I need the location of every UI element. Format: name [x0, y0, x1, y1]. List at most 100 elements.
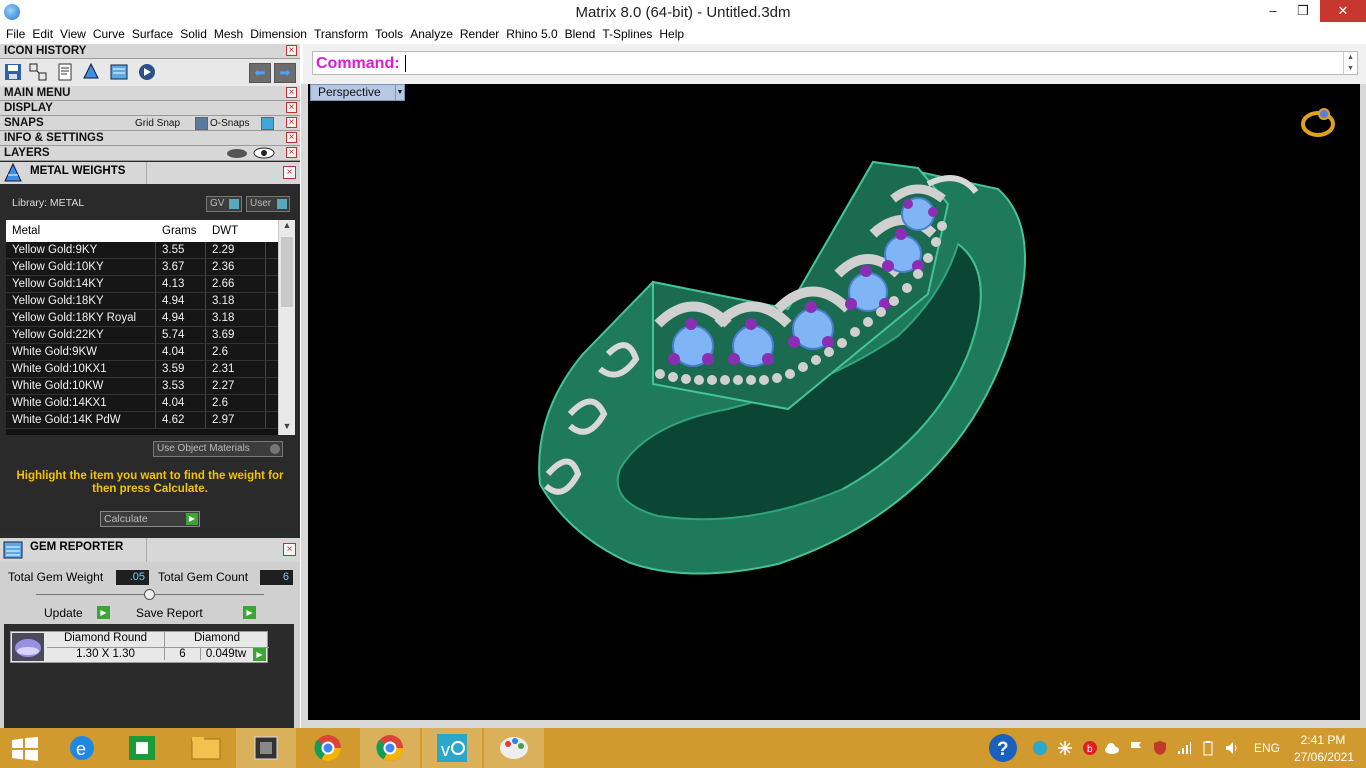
menu-view[interactable]: View [58, 24, 91, 44]
clock-time[interactable]: 2:41 PM [1298, 733, 1348, 747]
restore-button[interactable]: ❒ [1288, 0, 1318, 22]
menu-mesh[interactable]: Mesh [212, 24, 248, 44]
gem-report-icon[interactable] [109, 62, 129, 82]
update-button[interactable]: Update ▶ [44, 605, 110, 621]
use-object-materials-toggle[interactable]: Use Object Materials [153, 441, 283, 457]
menu-curve[interactable]: Curve [91, 24, 130, 44]
perspective-viewport[interactable]: Perspective ▼ [308, 84, 1360, 720]
cloud-icon[interactable] [1104, 740, 1120, 756]
close-icon[interactable]: × [286, 147, 297, 158]
volume-icon[interactable] [1224, 740, 1240, 756]
help-icon[interactable]: ? [988, 733, 1018, 763]
scroll-up-icon[interactable]: ▲ [279, 220, 295, 234]
table-row[interactable]: Yellow Gold:14KY 4.13 2.66 [6, 276, 278, 293]
play-icon[interactable]: ▶ [253, 648, 266, 661]
table-row[interactable]: White Gold:9KW 4.04 2.6 [6, 344, 278, 361]
table-row[interactable]: Yellow Gold:10KY 3.67 2.36 [6, 259, 278, 276]
dwt-value: 2.6 [206, 344, 266, 360]
beats-icon[interactable]: b [1082, 740, 1098, 756]
display-header[interactable]: DISPLAY × [0, 101, 300, 116]
menu-dimension[interactable]: Dimension [248, 24, 312, 44]
column-header-dwt[interactable]: DWT [206, 220, 266, 242]
close-icon[interactable]: × [283, 166, 296, 179]
store-icon[interactable] [112, 728, 172, 768]
table-row[interactable]: Yellow Gold:22KY 5.74 3.69 [6, 327, 278, 344]
menu-analyze[interactable]: Analyze [408, 24, 458, 44]
gem-row[interactable]: Diamond Round Diamond 1.30 X 1.30 6 0.04… [10, 631, 269, 663]
table-row[interactable]: Yellow Gold:18KY Royal 4.94 3.18 [6, 310, 278, 327]
table-row[interactable]: White Gold:14KX1 4.04 2.6 [6, 395, 278, 412]
vectorworks-tray-icon[interactable] [1032, 740, 1048, 756]
menu-edit[interactable]: Edit [30, 24, 58, 44]
metal-weights-icon[interactable] [81, 62, 101, 82]
start-icon[interactable] [12, 737, 38, 761]
chrome-profile-icon[interactable] [360, 728, 420, 768]
close-icon[interactable]: × [286, 117, 297, 128]
icon-history-header[interactable]: ICON HISTORY × [0, 44, 300, 59]
menu-solid[interactable]: Solid [178, 24, 212, 44]
signal-icon[interactable] [1176, 740, 1192, 756]
column-header-grams[interactable]: Grams [156, 220, 206, 242]
grams-value: 3.55 [156, 242, 206, 258]
flag-icon[interactable] [1128, 740, 1144, 756]
menu-help[interactable]: Help [657, 24, 689, 44]
close-icon[interactable]: × [286, 102, 297, 113]
chrome-icon[interactable] [298, 728, 358, 768]
shield-icon[interactable] [1152, 740, 1168, 756]
close-button[interactable]: ✕ [1320, 0, 1366, 22]
table-row[interactable]: Yellow Gold:18KY 4.94 3.18 [6, 293, 278, 310]
paint-icon[interactable] [484, 728, 544, 768]
matrix-taskbar-icon[interactable] [236, 728, 296, 768]
info-settings-header[interactable]: INFO & SETTINGS × [0, 131, 300, 146]
slider-handle[interactable] [144, 589, 155, 600]
document-icon[interactable] [55, 62, 75, 82]
menu-surface[interactable]: Surface [130, 24, 178, 44]
column-header-metal[interactable]: Metal [6, 220, 156, 242]
table-row[interactable]: White Gold:10KX1 3.59 2.31 [6, 361, 278, 378]
minimize-button[interactable]: – [1258, 0, 1288, 22]
table-row[interactable]: Yellow Gold:9KY 3.55 2.29 [6, 242, 278, 259]
close-icon[interactable]: × [286, 87, 297, 98]
language-indicator[interactable]: ENG [1254, 741, 1280, 755]
main-menu-header[interactable]: MAIN MENU × [0, 86, 300, 101]
save-report-button[interactable]: Save Report ▶ [136, 605, 256, 621]
table-row[interactable]: White Gold:14K PdW 4.62 2.97 [6, 412, 278, 429]
snaps-header[interactable]: SNAPS Grid Snap O-Snaps × [0, 116, 300, 131]
battery-icon[interactable] [1200, 740, 1216, 756]
menu-transform[interactable]: Transform [312, 24, 373, 44]
calculate-button[interactable]: Calculate ▶ [100, 511, 200, 527]
internet-explorer-icon[interactable]: e [52, 728, 112, 768]
forward-arrow-icon[interactable]: ➡ [274, 63, 296, 83]
menu-file[interactable]: File [4, 24, 30, 44]
layer-toggle-icon[interactable] [226, 148, 248, 159]
close-icon[interactable]: × [283, 543, 296, 556]
save-icon[interactable] [3, 62, 23, 82]
snowflake-icon[interactable] [1057, 740, 1073, 756]
grid-snap-toggle[interactable] [195, 117, 208, 130]
file-explorer-icon[interactable] [176, 728, 236, 768]
metal-table-scrollbar[interactable]: ▲ ▼ [278, 220, 295, 435]
menu-rhino[interactable]: Rhino 5.0 [504, 24, 562, 44]
table-row[interactable]: White Gold:10KW 3.53 2.27 [6, 378, 278, 395]
vectorworks-icon[interactable]: v [422, 728, 482, 768]
close-icon[interactable]: × [286, 45, 297, 56]
eye-icon[interactable] [253, 147, 275, 159]
menu-tsplines[interactable]: T-Splines [600, 24, 657, 44]
menu-blend[interactable]: Blend [563, 24, 601, 44]
command-scroll[interactable]: ▲ ▼ [1343, 52, 1357, 74]
gv-toggle[interactable]: GV [206, 196, 242, 212]
ring-navigator-icon[interactable] [1298, 104, 1338, 140]
close-icon[interactable]: × [286, 132, 297, 143]
command-input[interactable]: Command: ▲ ▼ [312, 51, 1358, 75]
back-arrow-icon[interactable]: ⬅ [249, 63, 271, 83]
transform-icon[interactable] [28, 62, 48, 82]
scroll-thumb[interactable] [281, 237, 293, 307]
scroll-down-icon[interactable]: ▼ [279, 421, 295, 435]
layers-header[interactable]: LAYERS × [0, 146, 300, 161]
clock-date[interactable]: 27/06/2021 [1292, 750, 1356, 764]
user-toggle[interactable]: User [246, 196, 290, 212]
menu-tools[interactable]: Tools [373, 24, 408, 44]
settings-icon[interactable] [137, 62, 157, 82]
menu-render[interactable]: Render [458, 24, 504, 44]
o-snaps-toggle[interactable] [261, 117, 274, 130]
